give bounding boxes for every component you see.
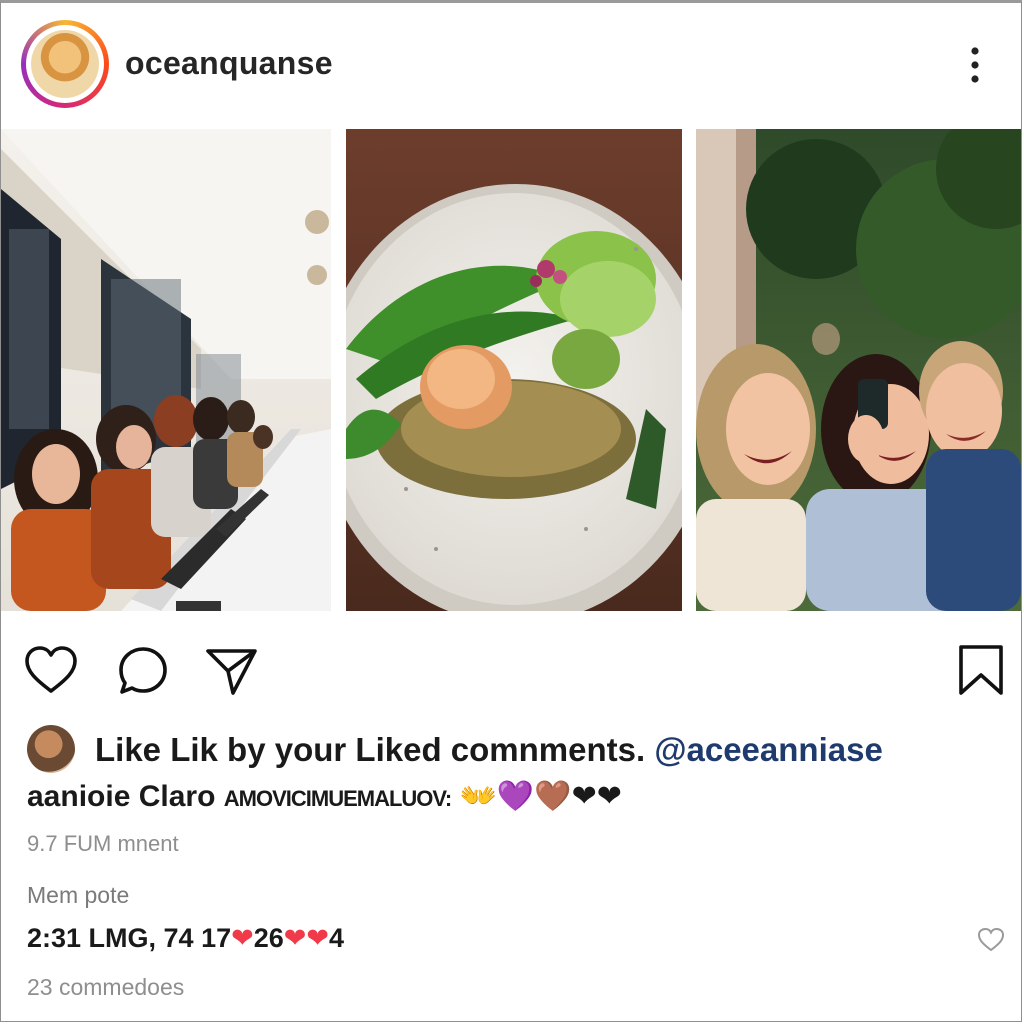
username[interactable]: oceanquanse <box>125 45 333 82</box>
stats-heart-icon: ❤ <box>231 923 254 954</box>
profile-avatar[interactable] <box>21 20 109 108</box>
heart-icon[interactable] <box>23 643 79 699</box>
caption: aanioie Claro AMOVICIMUEMALUOV: 👐💜🤎❤❤ <box>27 779 622 814</box>
post-image-3[interactable] <box>696 129 1021 611</box>
post-image-carousel[interactable] <box>1 127 1021 613</box>
liker-avatar[interactable] <box>27 725 75 773</box>
stats-hearts-icon: ❤❤ <box>283 923 330 954</box>
post-image-1[interactable] <box>1 129 331 611</box>
stats-text: 2:31 LMG, 74 17 <box>27 923 232 953</box>
liked-by-prefix: Like Lik by your Liked comnments. <box>95 731 646 768</box>
more-vertical-icon[interactable] <box>961 43 989 87</box>
more-label[interactable]: Mem pote <box>27 882 129 909</box>
post-card: oceanquanse Like Lik by your Liked comnm… <box>0 0 1022 1022</box>
post-image-2[interactable] <box>346 129 682 611</box>
liked-by-text: Like Lik by your Liked comnments. @aceea… <box>95 731 883 769</box>
paper-plane-icon[interactable] <box>203 643 259 699</box>
bookmark-icon[interactable] <box>953 643 1009 699</box>
comment-stats: 2:31 LMG, 74 17❤26❤❤4 <box>27 923 344 954</box>
comment-bubble-icon[interactable] <box>115 643 171 699</box>
post-timestamp: 9.7 FUM mnent <box>27 831 179 856</box>
stats-mid: 26 <box>253 923 284 953</box>
caption-emojis: 👐💜🤎❤❤ <box>459 779 622 814</box>
view-comments-link[interactable]: 23 commedoes <box>27 974 184 1001</box>
avatar-border <box>26 25 104 103</box>
avatar-image <box>31 30 99 98</box>
stats-suffix: 4 <box>329 923 345 953</box>
caption-author[interactable]: aanioie Claro <box>27 780 215 813</box>
caption-text: AMOVICIMUEMALUOV: <box>223 786 452 811</box>
small-heart-icon[interactable] <box>977 927 1005 953</box>
liked-by-mention[interactable]: @aceeanniase <box>654 731 883 768</box>
post-header: oceanquanse <box>1 3 1021 127</box>
